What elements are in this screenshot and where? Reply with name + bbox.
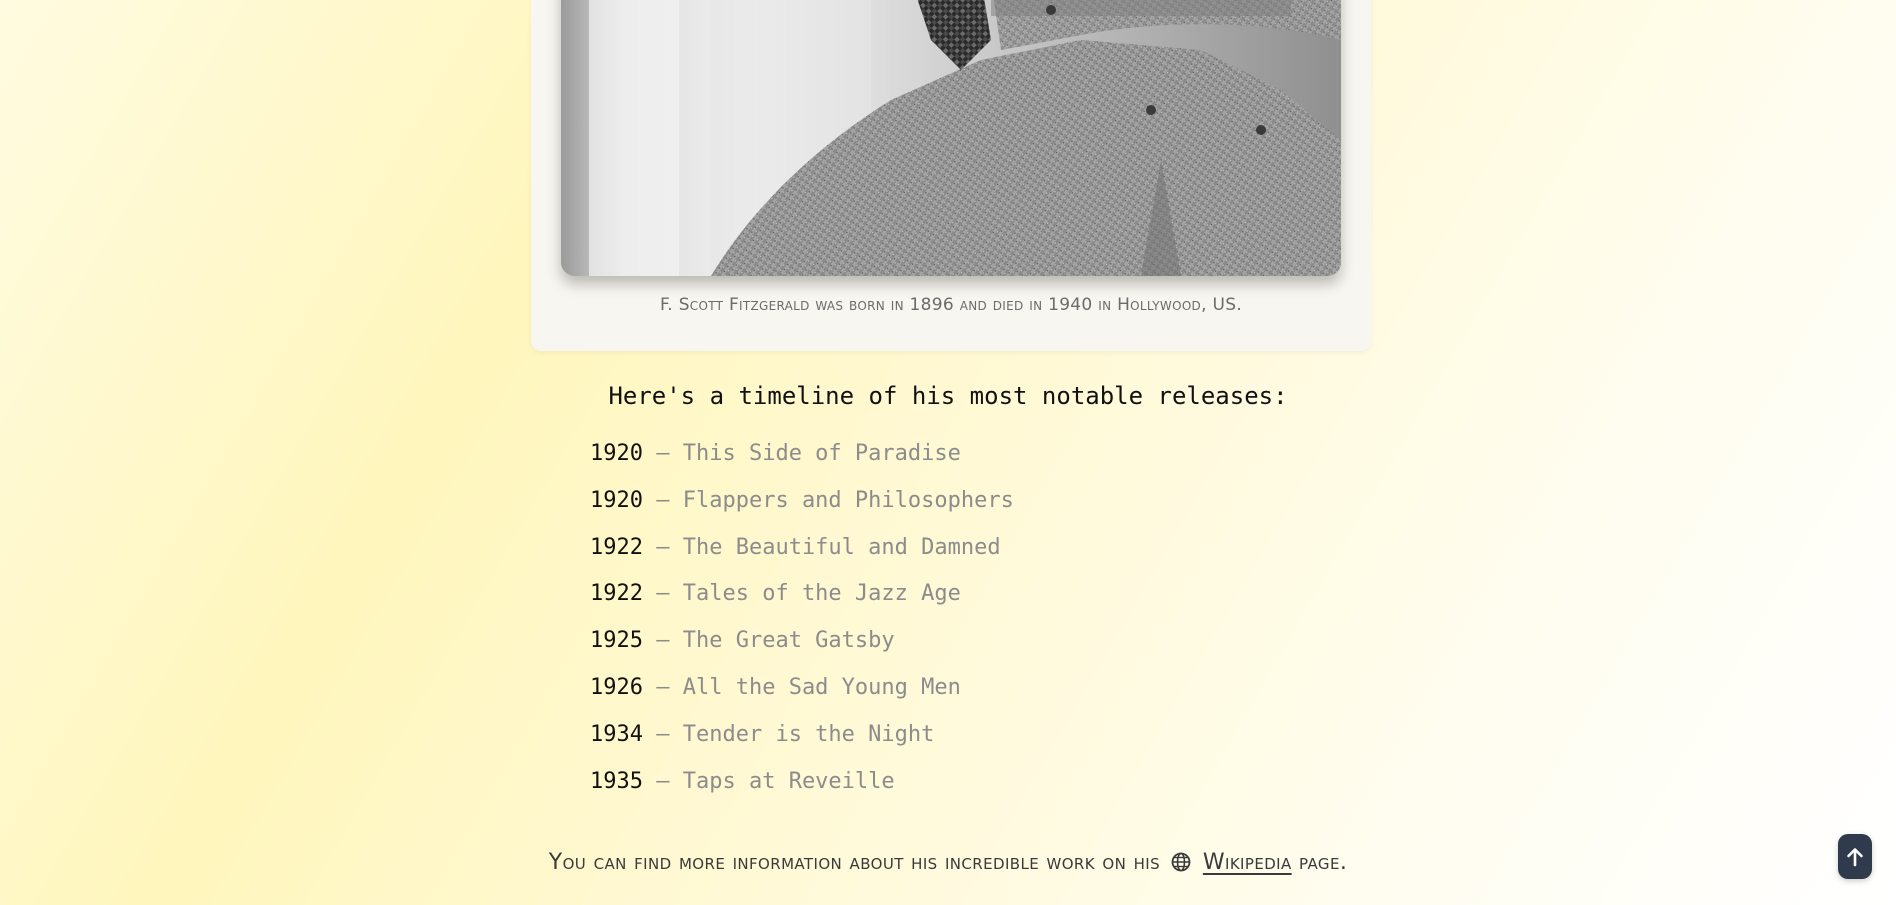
timeline-title: This Side of Paradise: [682, 441, 961, 466]
timeline-year: 1922: [590, 581, 643, 607]
timeline-title: Tender is the Night: [682, 721, 935, 747]
timeline-separator: –: [656, 674, 670, 700]
timeline-heading: Here's a timeline of his most notable re…: [608, 382, 1288, 410]
timeline-year: 1922: [590, 534, 643, 560]
globe-icon: [1172, 852, 1191, 872]
portrait-card: F. Scott Fitzgerald was born in 1896 and…: [531, 0, 1371, 351]
timeline-item: 1922 – Tales of the Jazz Age: [590, 576, 1014, 623]
timeline-title: The Beautiful and Damned: [682, 534, 1001, 560]
timeline-item: 1935 – Taps at Reveille: [590, 764, 1014, 811]
timeline-year: 1920: [590, 441, 643, 466]
back-to-top-button[interactable]: [1838, 834, 1872, 879]
timeline-separator: –: [656, 534, 670, 560]
timeline-year: 1925: [590, 628, 643, 654]
timeline-title: The Great Gatsby: [682, 628, 895, 654]
timeline-year: 1935: [590, 768, 643, 794]
timeline-list: 1920 – This Side of Paradise 1920 – Flap…: [590, 436, 1014, 810]
arrow-up-icon: [1847, 847, 1863, 866]
timeline-title: Flappers and Philosophers: [682, 487, 1014, 513]
timeline-title: Tales of the Jazz Age: [682, 581, 961, 607]
timeline-item: 1934 – Tender is the Night: [590, 717, 1014, 764]
portrait-photo: [561, 0, 1341, 276]
timeline-title: Taps at Reveille: [682, 768, 895, 794]
wikipedia-link[interactable]: Wikipedia: [1203, 850, 1292, 875]
timeline-item: 1920 – Flappers and Philosophers: [590, 483, 1014, 530]
timeline-item: 1920 – This Side of Paradise: [590, 436, 1014, 483]
timeline-separator: –: [656, 441, 670, 466]
timeline-title: All the Sad Young Men: [682, 674, 961, 700]
more-info-suffix: page.: [1299, 850, 1348, 875]
more-info-prefix: You can find more information about his …: [548, 850, 1161, 875]
timeline-year: 1934: [590, 721, 643, 747]
timeline-separator: –: [656, 768, 670, 794]
timeline-separator: –: [656, 628, 670, 654]
timeline-separator: –: [656, 721, 670, 747]
portrait-caption: F. Scott Fitzgerald was born in 1896 and…: [659, 295, 1243, 315]
timeline-item: 1925 – The Great Gatsby: [590, 623, 1014, 670]
timeline-year: 1926: [590, 674, 643, 700]
timeline-item: 1926 – All the Sad Young Men: [590, 670, 1014, 717]
timeline-separator: –: [656, 581, 670, 607]
timeline-year: 1920: [590, 487, 643, 513]
timeline-separator: –: [656, 487, 670, 513]
timeline-item: 1922 – The Beautiful and Damned: [590, 530, 1014, 577]
more-info-text: You can find more information about his …: [0, 850, 1896, 875]
